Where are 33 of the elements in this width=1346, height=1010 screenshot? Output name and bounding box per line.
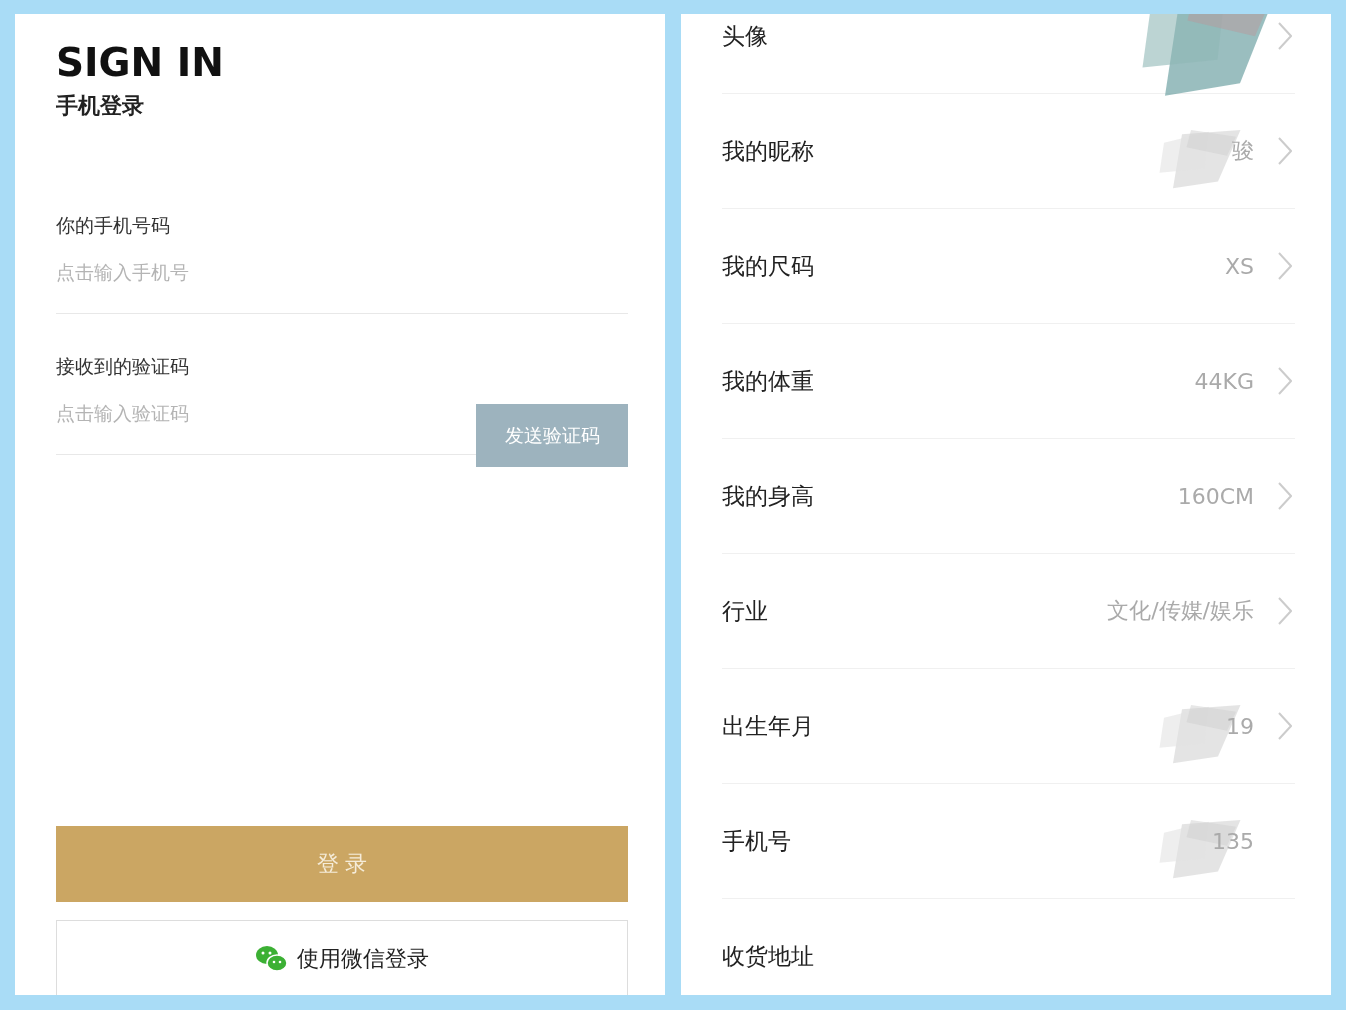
input-field[interactable]: 点击输入手机号 xyxy=(56,261,456,283)
wechat-login-button[interactable]: 使用微信登录 xyxy=(56,920,628,995)
profile-row[interactable]: 我的昵称 骏 xyxy=(722,94,1295,209)
row-label: 我的体重 xyxy=(722,366,814,396)
row-label: 行业 xyxy=(722,596,768,626)
profile-row[interactable]: 出生年月 19 xyxy=(722,669,1295,784)
field-label: 接收到的验证码 xyxy=(56,354,189,379)
row-label: 手机号 xyxy=(722,826,791,856)
profile-row[interactable]: 收货地址 xyxy=(722,899,1295,995)
profile-row[interactable]: 行业 文化/传媒/娱乐 xyxy=(722,554,1295,669)
subtitle: 手机登录 xyxy=(56,92,144,120)
profile-row[interactable]: 我的身高 160CM xyxy=(722,439,1295,554)
row-value: XS xyxy=(1224,253,1254,279)
row-label: 头像 xyxy=(722,21,768,51)
profile-row[interactable]: 我的体重 44KG xyxy=(722,324,1295,439)
row-label: 我的昵称 xyxy=(722,136,814,166)
row-label: 收货地址 xyxy=(722,941,814,971)
row-value: 文化/传媒/娱乐 xyxy=(1107,597,1254,625)
profile-row[interactable]: 头像 xyxy=(722,14,1295,94)
row-value: 160CM xyxy=(1177,483,1254,509)
profile-row[interactable]: 手机号 135 xyxy=(722,784,1295,899)
row-label: 我的尺码 xyxy=(722,251,814,281)
chat-bubbles-icon xyxy=(255,944,289,974)
row-value: 19 xyxy=(1226,713,1254,739)
row-value: 44KG xyxy=(1194,368,1254,394)
profile-row[interactable]: 我的尺码 XS xyxy=(722,209,1295,324)
field-label: 你的手机号码 xyxy=(56,213,170,238)
row-value: 135 xyxy=(1212,828,1254,854)
row-value: 骏 xyxy=(1232,137,1254,165)
sign-in-title: SIGN IN xyxy=(56,40,224,85)
input-field[interactable]: 点击输入验证码 xyxy=(56,402,456,424)
row-label: 出生年月 xyxy=(722,711,814,741)
row-label: 我的身高 xyxy=(722,481,814,511)
